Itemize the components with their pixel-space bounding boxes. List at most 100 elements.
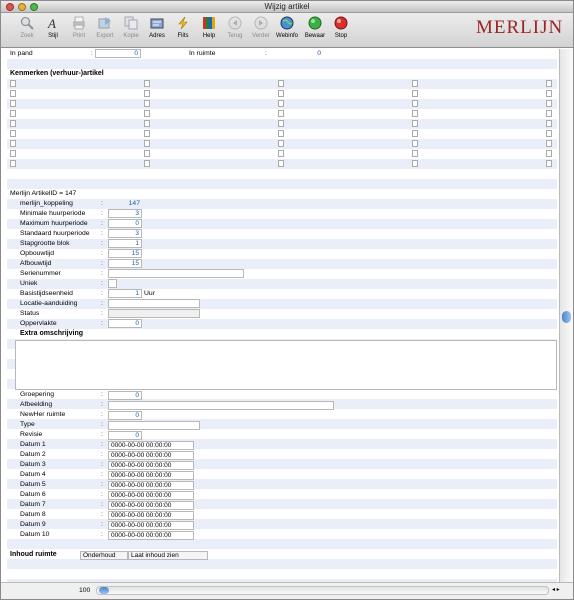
kenmerk-checkbox[interactable] xyxy=(10,110,16,117)
kenmerk-checkbox[interactable] xyxy=(546,100,552,107)
vertical-scrollbar[interactable] xyxy=(559,49,573,582)
kenmerk-checkbox[interactable] xyxy=(144,150,150,157)
in-pand-label: In pand xyxy=(10,50,33,57)
zoek-button[interactable]: Zoek xyxy=(15,16,39,46)
kenmerk-checkbox[interactable] xyxy=(144,120,150,127)
standaard-huurperiode-field[interactable]: 3 xyxy=(108,229,142,238)
kenmerk-checkbox[interactable] xyxy=(10,80,16,87)
export-button[interactable]: Export xyxy=(93,16,117,46)
kenmerk-checkbox[interactable] xyxy=(278,110,284,117)
webinfo-button[interactable]: Webinfo xyxy=(275,16,299,46)
forward-icon xyxy=(254,16,268,30)
kenmerk-checkbox[interactable] xyxy=(412,160,418,167)
verder-button[interactable]: Verder xyxy=(249,16,273,46)
kenmerk-checkbox[interactable] xyxy=(10,130,16,137)
print-button[interactable]: Print xyxy=(67,16,91,46)
uniek-field[interactable] xyxy=(108,279,117,288)
datum-5-field[interactable]: 0000-00-00 00:00:00 xyxy=(108,481,194,490)
scroll-arrows-icon[interactable]: ◂ ▸ xyxy=(552,586,560,595)
kenmerk-checkbox[interactable] xyxy=(278,160,284,167)
kenmerk-checkbox[interactable] xyxy=(412,90,418,97)
locatie-aanduiding-field[interactable] xyxy=(108,299,200,308)
kenmerk-checkbox[interactable] xyxy=(10,120,16,127)
kenmerk-checkbox[interactable] xyxy=(546,130,552,137)
kenmerk-checkbox[interactable] xyxy=(144,140,150,147)
vertical-scroll-thumb[interactable] xyxy=(562,311,571,323)
laat-inhoud-zien-button[interactable]: Laat inhoud zien xyxy=(128,551,208,560)
bewaar-button[interactable]: Bewaar xyxy=(303,16,327,46)
horizontal-scroll-thumb[interactable] xyxy=(99,587,109,594)
kenmerk-checkbox[interactable] xyxy=(144,110,150,117)
kenmerk-checkbox[interactable] xyxy=(546,90,552,97)
help-button[interactable]: Help xyxy=(197,16,221,46)
svg-text:A: A xyxy=(47,16,56,30)
datum-6-field[interactable]: 0000-00-00 00:00:00 xyxy=(108,491,194,500)
groepering-field[interactable]: 0 xyxy=(108,391,142,400)
kenmerk-checkbox[interactable] xyxy=(144,160,150,167)
maximum-huurperiode-field[interactable]: 0 xyxy=(108,219,142,228)
kenmerk-checkbox[interactable] xyxy=(546,80,552,87)
stop-button[interactable]: Stop xyxy=(329,16,353,46)
kenmerk-checkbox[interactable] xyxy=(144,100,150,107)
kenmerk-checkbox[interactable] xyxy=(278,90,284,97)
opbouwtijd-field[interactable]: 15 xyxy=(108,249,142,258)
kenmerk-checkbox[interactable] xyxy=(412,110,418,117)
datum-4-field[interactable]: 0000-00-00 00:00:00 xyxy=(108,471,194,480)
kenmerk-checkbox[interactable] xyxy=(412,140,418,147)
onderhoud-button[interactable]: Onderhoud xyxy=(80,551,128,560)
revisie-field[interactable]: 0 xyxy=(108,431,142,440)
kenmerk-checkbox[interactable] xyxy=(412,120,418,127)
terug-button[interactable]: Terug xyxy=(223,16,247,46)
serienummer-field[interactable] xyxy=(108,269,244,278)
kenmerk-checkbox[interactable] xyxy=(10,90,16,97)
type-field[interactable] xyxy=(108,421,200,430)
datum-1-field[interactable]: 0000-00-00 00:00:00 xyxy=(108,441,194,450)
kenmerk-checkbox[interactable] xyxy=(278,150,284,157)
kenmerk-checkbox[interactable] xyxy=(10,100,16,107)
kenmerk-checkbox[interactable] xyxy=(546,150,552,157)
kenmerk-checkbox[interactable] xyxy=(278,80,284,87)
datum-3-label: Datum 3 xyxy=(20,461,46,468)
kenmerk-checkbox[interactable] xyxy=(144,90,150,97)
datum-9-field[interactable]: 0000-00-00 00:00:00 xyxy=(108,521,194,530)
status-field[interactable] xyxy=(108,309,200,318)
kenmerk-checkbox[interactable] xyxy=(412,130,418,137)
oppervlakte-field[interactable]: 0 xyxy=(108,319,142,328)
kenmerk-checkbox[interactable] xyxy=(10,150,16,157)
kenmerk-checkbox[interactable] xyxy=(546,140,552,147)
kenmerk-checkbox[interactable] xyxy=(144,130,150,137)
horizontal-scrollbar[interactable] xyxy=(96,586,549,595)
datum-5-label: Datum 5 xyxy=(20,481,46,488)
kenmerk-checkbox[interactable] xyxy=(278,120,284,127)
kenmerk-checkbox[interactable] xyxy=(278,130,284,137)
datum-3-field[interactable]: 0000-00-00 00:00:00 xyxy=(108,461,194,470)
kenmerk-checkbox[interactable] xyxy=(10,160,16,167)
datum-2-field[interactable]: 0000-00-00 00:00:00 xyxy=(108,451,194,460)
extra-omschrijving-textarea[interactable] xyxy=(15,340,557,390)
kenmerk-checkbox[interactable] xyxy=(10,140,16,147)
kenmerk-checkbox[interactable] xyxy=(278,100,284,107)
kenmerk-checkbox[interactable] xyxy=(546,160,552,167)
kopie-button[interactable]: Kopie xyxy=(119,16,143,46)
datum-7-field[interactable]: 0000-00-00 00:00:00 xyxy=(108,501,194,510)
minimale-huurperiode-field[interactable]: 3 xyxy=(108,209,142,218)
flits-button[interactable]: Flits xyxy=(171,16,195,46)
kenmerk-checkbox[interactable] xyxy=(412,150,418,157)
datum-8-field[interactable]: 0000-00-00 00:00:00 xyxy=(108,511,194,520)
in-pand-field[interactable]: 0 xyxy=(95,49,141,58)
kenmerk-checkbox[interactable] xyxy=(144,80,150,87)
kenmerk-checkbox[interactable] xyxy=(412,80,418,87)
datum-10-field[interactable]: 0000-00-00 00:00:00 xyxy=(108,531,194,540)
adres-button[interactable]: Adres xyxy=(145,16,169,46)
afbeelding-field[interactable] xyxy=(108,401,334,410)
zoom-level[interactable]: 100 xyxy=(79,586,90,595)
newher-ruimte-field[interactable]: 0 xyxy=(108,411,142,420)
kenmerk-checkbox[interactable] xyxy=(546,120,552,127)
kenmerk-checkbox[interactable] xyxy=(546,110,552,117)
afbouwtijd-field[interactable]: 15 xyxy=(108,259,142,268)
kenmerk-checkbox[interactable] xyxy=(278,140,284,147)
basistijdseenheid-field[interactable]: 1 xyxy=(108,289,142,298)
stijl-button[interactable]: A Stijl xyxy=(41,16,65,46)
kenmerk-checkbox[interactable] xyxy=(412,100,418,107)
stapgrootte-blok-field[interactable]: 1 xyxy=(108,239,142,248)
